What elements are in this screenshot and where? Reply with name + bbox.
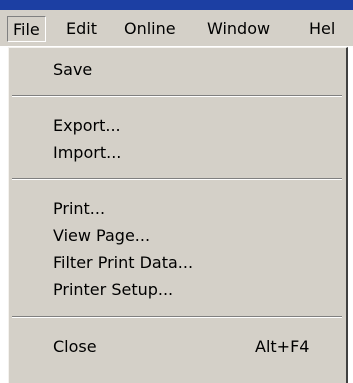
menu-item-filter-print-data[interactable]: Filter Print Data... <box>53 250 193 276</box>
menu-separator <box>12 178 342 180</box>
menu-item-print[interactable]: Print... <box>53 196 105 222</box>
menu-bar: File Edit Online Window Hel <box>0 10 353 46</box>
title-bar-strip <box>0 0 353 10</box>
menu-item-import[interactable]: Import... <box>53 140 121 166</box>
menu-separator <box>12 95 342 97</box>
menu-item-view-page[interactable]: View Page... <box>53 223 150 249</box>
close-shortcut: Alt+F4 <box>255 337 310 356</box>
menu-item-printer-setup[interactable]: Printer Setup... <box>53 277 173 303</box>
menu-window[interactable]: Window <box>207 16 270 42</box>
menu-online[interactable]: Online <box>124 16 176 42</box>
menu-item-export[interactable]: Export... <box>53 113 121 139</box>
menu-edit[interactable]: Edit <box>66 16 97 42</box>
menu-separator <box>12 316 342 318</box>
menu-file[interactable]: File <box>7 16 46 42</box>
menu-help[interactable]: Hel <box>309 16 335 42</box>
file-menu-dropdown: Save Export... Import... Print... View P… <box>8 47 348 383</box>
menu-item-close[interactable]: Close <box>53 334 97 360</box>
menu-item-save[interactable]: Save <box>53 57 92 83</box>
